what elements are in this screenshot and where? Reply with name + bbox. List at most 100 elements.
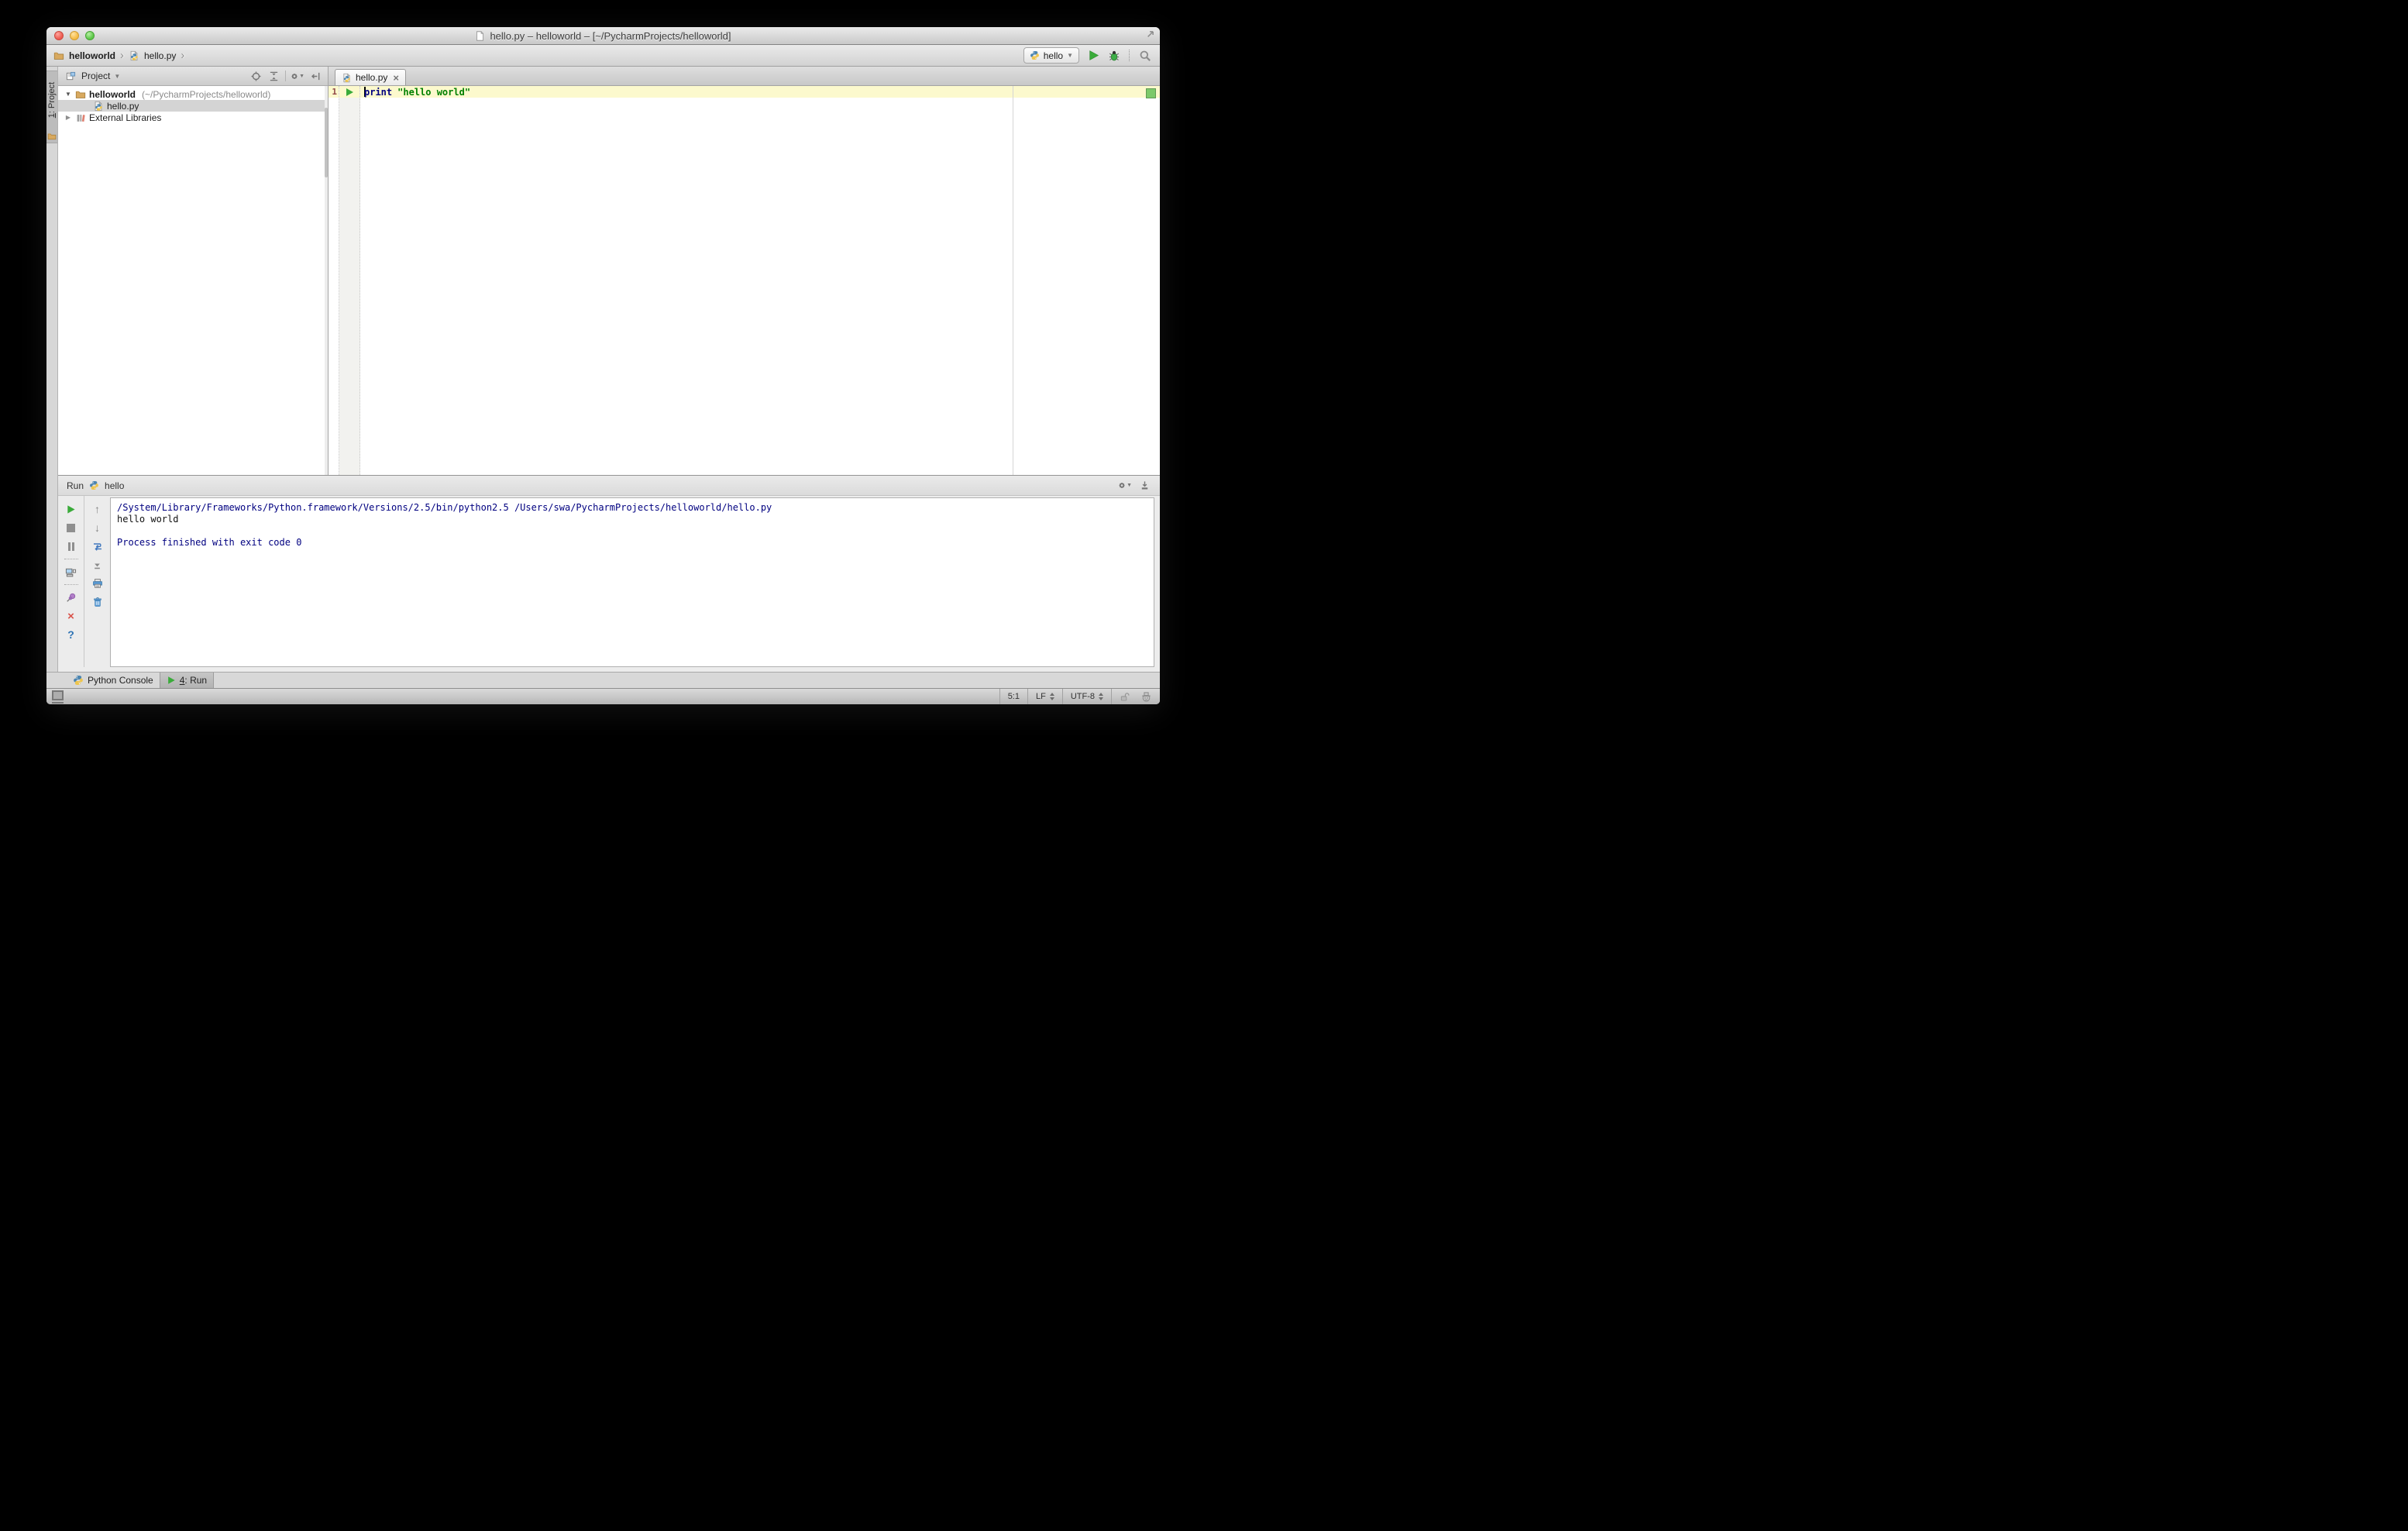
navigation-bar: helloworld › hello.py › hello ▼: [46, 45, 1160, 67]
tree-root-path: (~/PycharmProjects/helloworld): [142, 88, 271, 100]
editor-body[interactable]: 1 print "hello world": [329, 86, 1160, 475]
python-icon: [89, 480, 99, 490]
tree-row-project-root[interactable]: ▼ helloworld (~/PycharmProjects/hellowor…: [58, 88, 328, 100]
inspection-status-indicator[interactable]: [1146, 88, 1156, 98]
editor-tab-label: hello.py: [356, 72, 388, 83]
search-button[interactable]: [1139, 50, 1151, 62]
zoom-window-button[interactable]: [85, 31, 95, 40]
hide-run-panel-button[interactable]: [1137, 479, 1151, 493]
next-occurrence-button[interactable]: ↓: [91, 521, 104, 534]
breadcrumb-project[interactable]: helloworld: [69, 50, 115, 61]
python-file-icon: [129, 50, 139, 61]
rerun-button[interactable]: [65, 503, 77, 515]
tree-row-hello-py[interactable]: hello.py: [58, 100, 328, 112]
restore-layout-button[interactable]: [65, 566, 77, 578]
run-line-marker-icon[interactable]: [339, 86, 359, 98]
project-panel-title[interactable]: Project: [81, 71, 110, 81]
line-ending-select[interactable]: LF: [1027, 689, 1062, 704]
line-number-gutter: 1: [329, 86, 339, 475]
line-number: 1: [329, 86, 339, 98]
close-tab-icon[interactable]: ×: [393, 73, 399, 83]
locate-file-button[interactable]: [249, 69, 263, 83]
close-panel-button[interactable]: ×: [65, 610, 77, 622]
run-panel-header: Run hello ▼: [58, 476, 1160, 496]
help-button[interactable]: ?: [65, 628, 77, 641]
run-button[interactable]: [1088, 50, 1099, 61]
prev-occurrence-button[interactable]: ↑: [91, 503, 104, 515]
updown-arrows-icon: [1049, 693, 1054, 700]
fullscreen-grip-icon[interactable]: [1144, 30, 1154, 40]
run-toolbar-column-1: × ?: [58, 496, 84, 667]
run-configuration-select[interactable]: hello ▼: [1023, 47, 1079, 64]
editor-tab-bar: hello.py ×: [329, 67, 1160, 86]
expanded-arrow-icon[interactable]: ▼: [64, 91, 72, 98]
panel-settings-button[interactable]: ▼: [291, 69, 304, 83]
title-bar[interactable]: hello.py – helloworld – [~/PycharmProjec…: [46, 27, 1160, 45]
toolbar-separator: [1129, 50, 1130, 61]
unlock-icon: [1120, 692, 1130, 702]
run-tab-play-icon: [167, 676, 176, 685]
content-area: 1: Project Project ▼ ▼ ▼ helloworld (~/P…: [46, 67, 1160, 672]
code-area[interactable]: print "hello world": [360, 86, 1160, 475]
run-panel-body: × ? ↑ ↓ /System/Library/Frameworks/Pytho…: [58, 496, 1160, 672]
line-ending-value: LF: [1035, 692, 1046, 701]
header-separator: [285, 71, 286, 81]
breadcrumb-file[interactable]: hello.py: [144, 50, 176, 61]
chevron-down-icon: ▼: [1067, 52, 1073, 59]
updown-arrows-icon: [1099, 693, 1103, 700]
clear-console-button[interactable]: [91, 596, 104, 608]
python-console-icon: [73, 675, 84, 686]
tool-button-run[interactable]: 4: Run: [159, 673, 215, 688]
project-tab-icon: [47, 132, 57, 141]
main-row: Project ▼ ▼ ▼ helloworld (~/PycharmProje…: [58, 67, 1160, 475]
project-tree: ▼ helloworld (~/PycharmProjects/hellowor…: [58, 86, 328, 475]
window-title: hello.py – helloworld – [~/PycharmProjec…: [490, 29, 731, 42]
pause-output-button[interactable]: [65, 540, 77, 552]
close-window-button[interactable]: [54, 31, 64, 40]
folder-icon: [53, 50, 64, 61]
project-views-icon: [64, 69, 77, 83]
collapse-all-button[interactable]: [267, 69, 280, 83]
python-icon: [1030, 50, 1040, 60]
project-scrollbar[interactable]: [325, 86, 328, 475]
stop-button[interactable]: [65, 521, 77, 534]
traffic-lights: [54, 31, 95, 40]
collapsed-arrow-icon[interactable]: ▶: [64, 114, 72, 121]
run-settings-button[interactable]: ▼: [1118, 479, 1132, 493]
chevron-down-icon[interactable]: ▼: [114, 73, 120, 80]
project-panel-header: Project ▼ ▼: [58, 67, 328, 86]
encoding-select[interactable]: UTF-8: [1061, 689, 1111, 704]
python-console-label: Python Console: [88, 675, 153, 686]
soft-wrap-button[interactable]: [91, 540, 104, 552]
console-line: /System/Library/Frameworks/Python.framew…: [117, 502, 772, 513]
code-line-1: print "hello world": [360, 86, 1160, 98]
document-icon: [475, 30, 485, 41]
stripe-tab-project[interactable]: 1: Project: [46, 71, 57, 143]
print-button[interactable]: [91, 577, 104, 590]
project-scrollbar-thumb[interactable]: [325, 108, 328, 177]
tool-window-bar: Python Console 4: Run: [46, 672, 1160, 688]
readonly-toggle[interactable]: [1111, 689, 1137, 704]
pin-tab-button[interactable]: [65, 591, 77, 604]
debug-button[interactable]: [1108, 50, 1120, 62]
caret-position-value: 5:1: [1007, 692, 1020, 701]
console-output[interactable]: /System/Library/Frameworks/Python.framew…: [110, 497, 1154, 667]
tree-row-external-libraries[interactable]: ▶ External Libraries: [58, 112, 328, 123]
libraries-icon: [75, 112, 86, 123]
minimize-window-button[interactable]: [70, 31, 79, 40]
chevron-right-icon: ›: [181, 49, 185, 62]
editor-area: hello.py × 1 print "hello world": [329, 67, 1160, 475]
tool-button-python-console[interactable]: Python Console: [67, 673, 160, 688]
window-title-group: hello.py – helloworld – [~/PycharmProjec…: [475, 30, 731, 42]
editor-tab-hello-py[interactable]: hello.py ×: [335, 69, 406, 85]
folder-icon: [75, 89, 86, 100]
toolwindow-toggle-icon[interactable]: [52, 690, 64, 704]
caret-position-widget[interactable]: 5:1: [999, 689, 1027, 704]
python-file-icon: [342, 73, 352, 83]
ide-window: hello.py – helloworld – [~/PycharmProjec…: [46, 27, 1160, 704]
hide-panel-button[interactable]: [308, 69, 322, 83]
scroll-to-end-button[interactable]: [91, 559, 104, 571]
inspector-face-icon: [1140, 691, 1152, 703]
inspections-profile-widget[interactable]: [1137, 689, 1160, 704]
run-marker-gutter: [339, 86, 360, 475]
